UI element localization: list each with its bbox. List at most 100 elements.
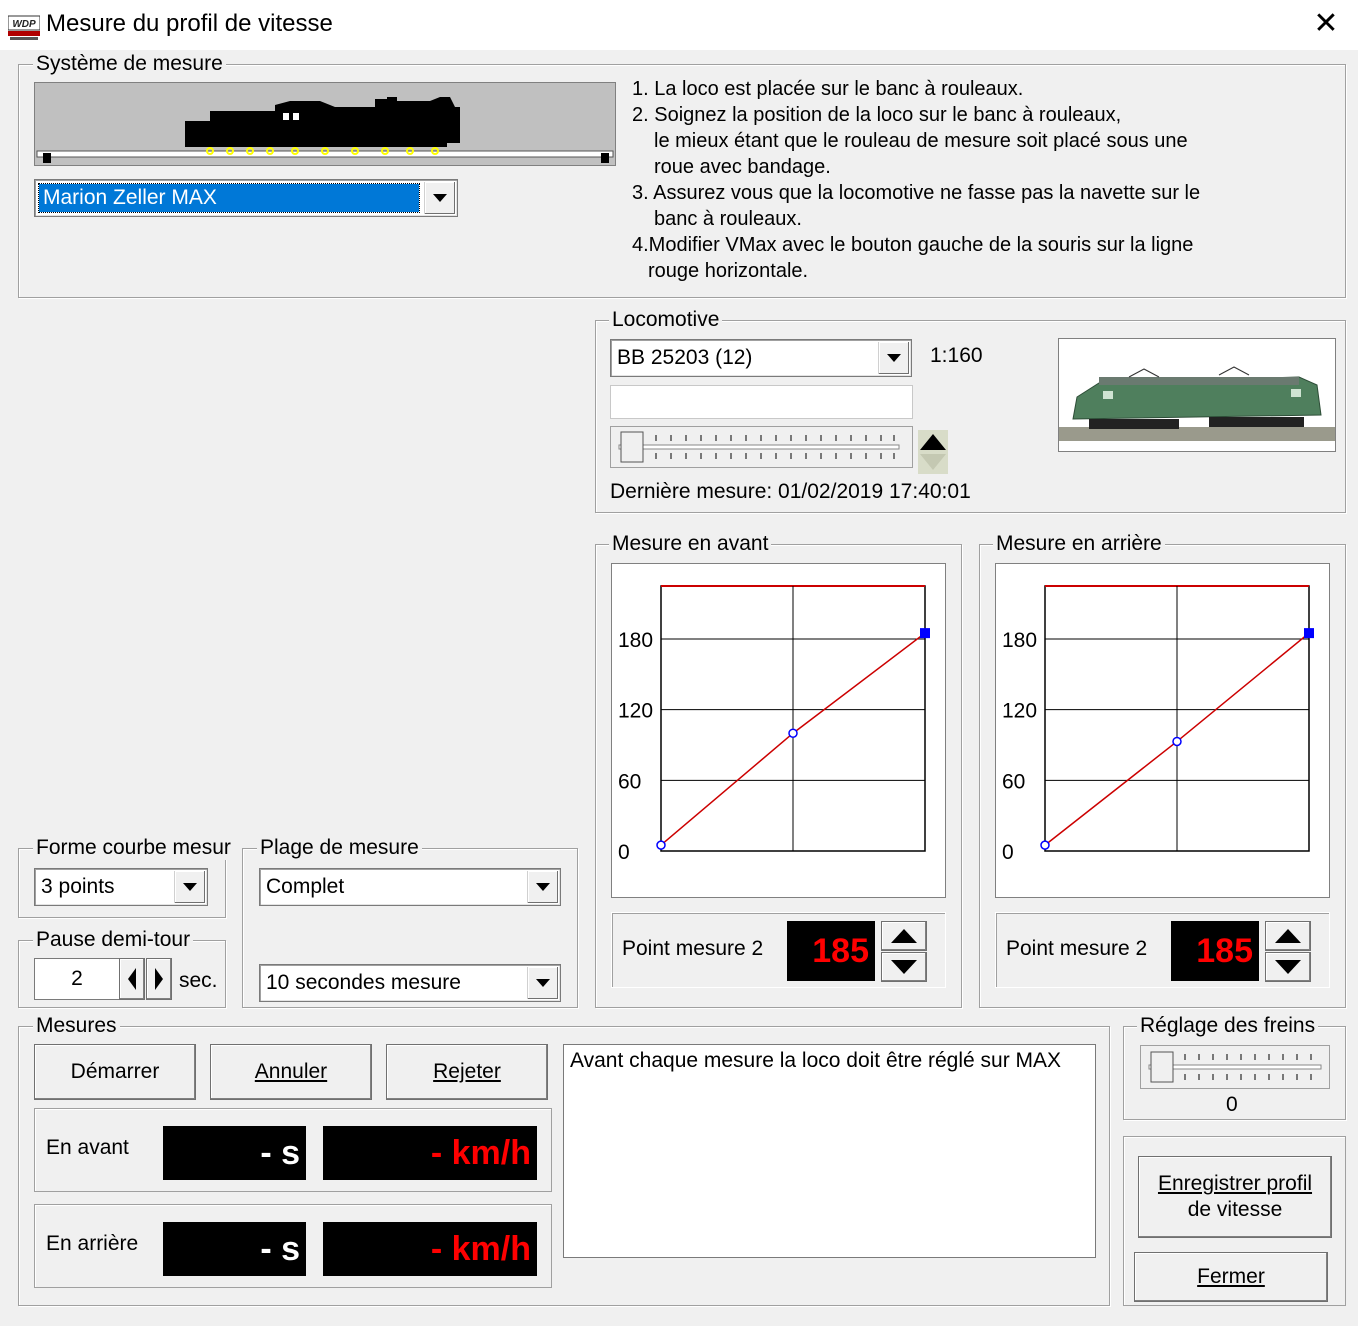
systeme-value: Marion Zeller MAX	[43, 186, 217, 209]
slider-track	[618, 431, 900, 463]
save-profile-line1: Enregistrer profil	[1157, 1172, 1313, 1195]
mesures-label: Mesures	[33, 1014, 120, 1038]
forme-select[interactable]: 3 points	[34, 868, 208, 906]
backward-data-point[interactable]	[1172, 736, 1182, 747]
instruction-line: banc à rouleaux.	[654, 208, 802, 230]
arrow-left-icon	[128, 968, 136, 990]
arrow-up-icon	[920, 434, 946, 450]
electric-loco-icon	[1059, 366, 1335, 441]
arrow-down-icon	[1275, 960, 1301, 974]
duration-value: 10 secondes mesure	[266, 971, 461, 994]
locomotive-photo	[1058, 338, 1336, 452]
arrow-up-icon	[891, 929, 917, 943]
last-measure-text: Dernière mesure: 01/02/2019 17:40:01	[610, 480, 971, 503]
backward-point-down-button[interactable]	[1265, 952, 1311, 982]
speed-spinner[interactable]	[918, 430, 948, 474]
pause-input[interactable]: 2	[34, 958, 120, 1000]
duration-dropdown-button[interactable]	[527, 967, 558, 999]
backward-point-up-button[interactable]	[1265, 921, 1311, 951]
window-title: Mesure du profil de vitesse	[46, 10, 333, 37]
instructions: 1. La loco est placée sur le banc à roul…	[632, 76, 1332, 284]
locomotive-dropdown-button[interactable]	[878, 342, 909, 374]
forward-chart[interactable]: 0 60 120 180	[611, 563, 946, 898]
instruction-line: 2. Soignez la position de la loco sur le…	[632, 104, 1122, 126]
chevron-down-icon	[433, 194, 447, 202]
instruction-line: 4.Modifier VMax avec le bouton gauche de…	[632, 234, 1194, 256]
forward-point-label: Point mesure 2	[622, 937, 764, 960]
arrow-up-icon	[1275, 929, 1301, 943]
locomotive-label: Locomotive	[609, 308, 723, 332]
arrow-down-icon	[891, 960, 917, 974]
locomotive-select[interactable]: BB 25203 (12)	[610, 339, 912, 377]
forward-chart-svg[interactable]: 0 60 120 180	[612, 564, 945, 897]
forward-y-tick-label: 60	[618, 770, 641, 793]
systeme-select[interactable]: Marion Zeller MAX	[34, 179, 458, 217]
backward-point-display: 185	[1171, 921, 1259, 981]
plage-select[interactable]: Complet	[259, 868, 561, 906]
start-button[interactable]: Démarrer	[34, 1044, 196, 1100]
cancel-button[interactable]: Annuler	[210, 1044, 372, 1100]
backward-label: Mesure en arrière	[993, 532, 1165, 556]
roller-bench-image	[34, 82, 616, 166]
backward-y-tick-label: 180	[1002, 629, 1037, 652]
forward-data-point[interactable]	[920, 628, 930, 639]
close-button[interactable]: Fermer	[1134, 1252, 1328, 1302]
backward-chart-svg[interactable]: 0 60 120 180	[996, 564, 1329, 897]
backward-result-label: En arrière	[46, 1232, 139, 1255]
duration-select[interactable]: 10 secondes mesure	[259, 964, 561, 1002]
message-box[interactable]: Avant chaque mesure la loco doit être ré…	[563, 1044, 1096, 1258]
backward-y-tick-label: 0	[1002, 841, 1014, 864]
steam-loco-icon	[36, 97, 614, 163]
reject-button[interactable]: Rejeter	[386, 1044, 548, 1100]
locomotive-value: BB 25203 (12)	[617, 346, 753, 369]
backward-y-tick-label: 60	[1002, 770, 1025, 793]
backward-chart[interactable]: 0 60 120 180	[995, 563, 1330, 898]
chevron-down-icon	[887, 354, 901, 362]
backward-data-point[interactable]	[1304, 628, 1314, 639]
forward-speed-display: - km/h	[323, 1126, 537, 1180]
instruction-line: le mieux étant que le rouleau de mesure …	[654, 130, 1188, 152]
forward-y-tick-label: 120	[618, 700, 653, 723]
chevron-down-icon	[536, 979, 550, 987]
save-profile-line2: de vitesse	[1187, 1198, 1283, 1221]
chevron-down-icon	[536, 883, 550, 891]
arrow-down-icon	[920, 454, 946, 470]
backward-point-label: Point mesure 2	[1006, 937, 1148, 960]
systeme-label: Système de mesure	[33, 52, 226, 76]
forward-result-label: En avant	[46, 1136, 129, 1159]
title-bar: WDP Mesure du profil de vitesse ✕	[0, 0, 1358, 50]
instruction-line: roue avec bandage.	[654, 156, 831, 178]
freins-label: Réglage des freins	[1137, 1014, 1319, 1038]
brake-slider-track	[1148, 1051, 1322, 1083]
pause-increment-button[interactable]	[146, 958, 172, 1000]
plage-label: Plage de mesure	[257, 836, 422, 860]
save-profile-button[interactable]: Enregistrer profil de vitesse	[1138, 1156, 1332, 1238]
pause-unit: sec.	[179, 969, 218, 992]
close-window-icon[interactable]: ✕	[1308, 6, 1344, 42]
pause-decrement-button[interactable]	[119, 958, 145, 1000]
systeme-dropdown-button[interactable]	[424, 182, 455, 214]
forward-data-point[interactable]	[788, 728, 798, 738]
brake-slider[interactable]	[1140, 1045, 1330, 1089]
forward-point-down-button[interactable]	[881, 952, 927, 982]
instruction-line: rouge horizontale.	[648, 260, 809, 282]
forme-value: 3 points	[41, 875, 115, 898]
plage-value: Complet	[266, 875, 345, 898]
forward-y-tick-label: 0	[618, 841, 630, 864]
backward-time-display: - s	[163, 1222, 306, 1276]
plage-dropdown-button[interactable]	[527, 871, 558, 903]
forward-point-up-button[interactable]	[881, 921, 927, 951]
locomotive-scale: 1:160	[930, 344, 983, 367]
forward-time-display: - s	[163, 1126, 306, 1180]
brake-value: 0	[1226, 1093, 1238, 1116]
pause-label: Pause demi-tour	[33, 928, 194, 952]
backward-data-point[interactable]	[1040, 840, 1050, 850]
forward-point-display: 185	[787, 921, 875, 981]
speed-slider[interactable]	[610, 426, 913, 468]
locomotive-info-field	[610, 385, 913, 419]
forme-dropdown-button[interactable]	[174, 871, 205, 903]
forward-data-point[interactable]	[656, 840, 666, 850]
arrow-right-icon	[155, 968, 163, 990]
forme-label: Forme courbe mesur	[33, 836, 234, 860]
backward-speed-display: - km/h	[323, 1222, 537, 1276]
